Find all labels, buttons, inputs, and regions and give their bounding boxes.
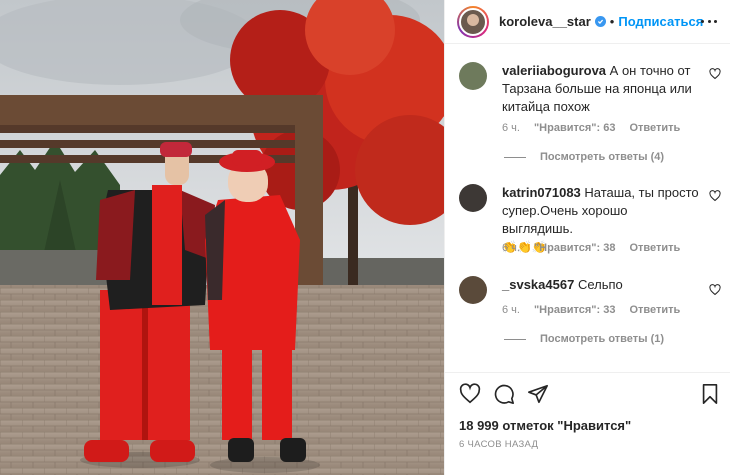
view-replies-button[interactable]: Посмотреть ответы (1) <box>504 333 664 345</box>
verified-badge-icon <box>594 16 606 27</box>
comment-time: 6 ч. <box>502 304 520 316</box>
author-avatar-image <box>459 7 487 36</box>
post-header: koroleva__star • Подписаться <box>445 0 730 44</box>
comment-avatar[interactable] <box>459 184 487 212</box>
view-replies-line <box>504 156 526 158</box>
comment-heart-icon[interactable] <box>709 68 721 80</box>
comment-text-block: _svska4567 Сельпо <box>502 276 702 294</box>
comment-heart-icon[interactable] <box>709 284 721 296</box>
comment-reply-button[interactable]: Ответить <box>629 304 680 316</box>
comment-meta: 6 ч. "Нравится": 38 Ответить <box>502 242 680 254</box>
comment-username[interactable]: katrin071083 <box>502 185 581 200</box>
comment-reply-button[interactable]: Ответить <box>629 242 680 254</box>
more-options-icon[interactable] <box>701 13 717 29</box>
comment-text: Сельпо <box>577 277 623 292</box>
comment-time: 6 ч. <box>502 242 520 254</box>
comment-time: 6 ч. <box>502 122 520 134</box>
comment-text-block: valeriiabogurova А он точно от Тарзана б… <box>502 62 702 116</box>
comment-reply-button[interactable]: Ответить <box>629 122 680 134</box>
header-separator: • <box>609 14 615 29</box>
author-avatar[interactable] <box>457 5 489 38</box>
view-replies-label: Посмотреть ответы (4) <box>540 151 665 163</box>
post-photo[interactable] <box>0 0 444 475</box>
view-replies-button[interactable]: Посмотреть ответы (4) <box>504 151 664 163</box>
heart-icon[interactable] <box>459 383 481 405</box>
post-sidebar: koroleva__star • Подписаться valeriiabog… <box>444 0 730 475</box>
comment-avatar[interactable] <box>459 276 487 304</box>
view-replies-label: Посмотреть ответы (1) <box>540 333 665 345</box>
post-timestamp[interactable]: 6 ЧАСОВ НАЗАД <box>459 439 538 450</box>
comment-icon[interactable] <box>493 383 515 405</box>
view-replies-line <box>504 338 526 340</box>
comment-heart-icon[interactable] <box>709 190 721 202</box>
post-actions: 18 999 отметок "Нравится" 6 ЧАСОВ НАЗАД <box>445 372 730 475</box>
comment-meta: 6 ч. "Нравится": 63 Ответить <box>502 122 680 134</box>
comment-likes[interactable]: "Нравится": 38 <box>534 242 615 254</box>
comment-username[interactable]: _svska4567 <box>502 277 574 292</box>
comment-likes[interactable]: "Нравится": 33 <box>534 304 615 316</box>
comment-meta: 6 ч. "Нравится": 33 Ответить <box>502 304 680 316</box>
follow-button[interactable]: Подписаться <box>618 14 703 29</box>
photo-illustration <box>0 0 444 475</box>
comment-likes[interactable]: "Нравится": 63 <box>534 122 615 134</box>
comment-avatar[interactable] <box>459 62 487 90</box>
author-username[interactable]: koroleva__star <box>499 14 591 29</box>
bookmark-icon[interactable] <box>699 383 721 405</box>
likes-count[interactable]: 18 999 отметок "Нравится" <box>459 418 631 433</box>
comment-username[interactable]: valeriiabogurova <box>502 63 606 78</box>
share-icon[interactable] <box>527 383 549 405</box>
